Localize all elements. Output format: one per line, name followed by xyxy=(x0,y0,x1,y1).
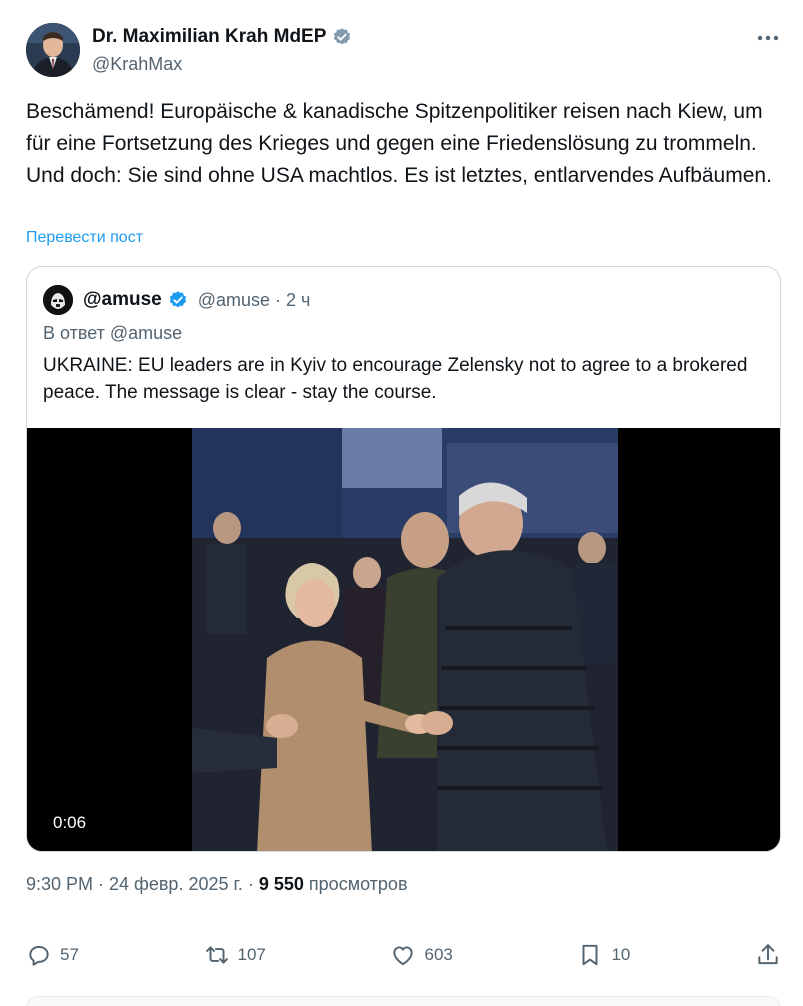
quote-text: UKRAINE: EU leaders are in Kyiv to encou… xyxy=(43,355,748,403)
share-button[interactable] xyxy=(755,942,781,968)
reply-icon xyxy=(29,945,49,966)
like-button[interactable]: 603 xyxy=(390,942,453,968)
quote-video[interactable]: 0:06 xyxy=(27,428,780,851)
more-options-icon[interactable] xyxy=(752,24,784,52)
repost-count: 107 xyxy=(237,945,266,964)
bookmark-count: 10 xyxy=(611,945,631,964)
heart-icon xyxy=(393,946,414,966)
verified-badge-icon xyxy=(332,27,352,47)
quote-avatar[interactable] xyxy=(43,285,73,315)
author-avatar[interactable] xyxy=(26,23,80,77)
repost-button[interactable]: 107 xyxy=(204,942,266,968)
bookmark-button[interactable]: 10 xyxy=(577,942,630,968)
post-text: Beschämend! Europäische & kanadische Spi… xyxy=(26,100,772,187)
quote-reply-to[interactable]: В ответ @amuse xyxy=(43,323,182,344)
translate-post-link[interactable]: Перевести пост xyxy=(26,229,143,247)
share-icon xyxy=(758,944,778,965)
bookmark-icon xyxy=(582,944,598,966)
quote-verified-badge-icon xyxy=(168,290,188,310)
video-frame xyxy=(27,428,780,851)
views-label: просмотров xyxy=(308,874,408,894)
like-count: 603 xyxy=(424,945,453,964)
post-meta: 9:30 PM · 24 февр. 2025 г. · 9 550 просм… xyxy=(26,874,408,895)
quote-handle-time: @amuse · 2 ч xyxy=(197,289,311,310)
tweet-page: Dr. Maximilian Krah MdEP @KrahMax Beschä… xyxy=(0,0,803,1006)
action-bar: 57 107 603 10 xyxy=(26,936,781,974)
author-handle[interactable]: @KrahMax xyxy=(92,54,182,75)
author-name[interactable]: Dr. Maximilian Krah MdEP xyxy=(92,26,326,48)
video-duration: 0:06 xyxy=(53,813,87,832)
reply-count: 57 xyxy=(60,945,79,964)
quoted-tweet[interactable]: @amuse @amuse · 2 ч В ответ @amuse UKRAI… xyxy=(26,266,781,852)
views-count: 9 550 xyxy=(258,874,304,894)
reply-composer-edge xyxy=(26,996,781,1006)
repost-icon xyxy=(205,946,228,964)
quote-author-name[interactable]: @amuse xyxy=(83,289,162,311)
post-timestamp[interactable]: 9:30 PM · 24 февр. 2025 г. · xyxy=(26,874,259,894)
reply-button[interactable]: 57 xyxy=(26,942,79,968)
